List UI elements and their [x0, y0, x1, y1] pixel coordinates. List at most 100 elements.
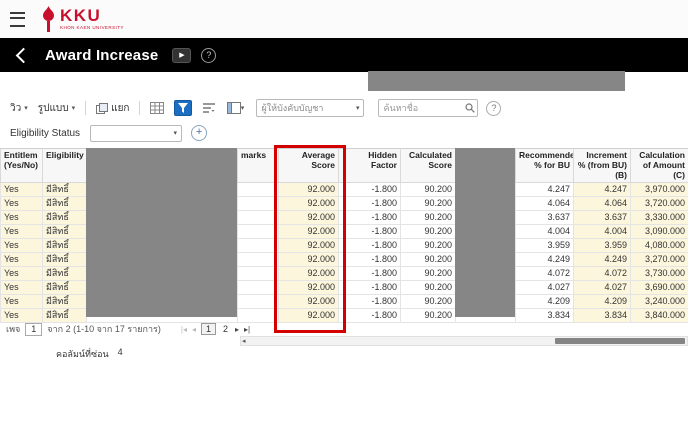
cell-entitlement[interactable]: Yes [1, 211, 43, 225]
cell-eligibility[interactable]: มีสิทธิ์ [43, 211, 87, 225]
column-header-avg[interactable]: Average Score [279, 149, 339, 183]
cell-remarks [238, 309, 279, 323]
scrollbar-thumb[interactable] [555, 338, 685, 344]
cell-entitlement[interactable]: Yes [1, 267, 43, 281]
cell-eligibility[interactable]: มีสิทธิ์ [43, 267, 87, 281]
cell-eligibility[interactable]: มีสิทธิ์ [43, 295, 87, 309]
help-icon[interactable]: ? [201, 48, 216, 63]
search-icon[interactable] [465, 103, 475, 113]
column-header-increment[interactable]: Increment % (from BU) (B) [574, 149, 631, 183]
cell-amount[interactable]: 3,240.000 [631, 295, 688, 309]
column-header-recommended[interactable]: Recommended % for BU [516, 149, 574, 183]
scroll-left-icon[interactable]: ◂ [242, 337, 246, 346]
cell-entitlement[interactable]: Yes [1, 295, 43, 309]
cell-recommended: 3.637 [516, 211, 574, 225]
cell-entitlement[interactable]: Yes [1, 239, 43, 253]
toolbar-help-icon[interactable]: ? [486, 101, 501, 116]
cell-increment[interactable]: 4.072 [574, 267, 631, 281]
freeze-icon[interactable]: ▾ [226, 100, 244, 116]
wrap-icon[interactable] [200, 100, 218, 116]
cell-avg[interactable]: 92.000 [279, 295, 339, 309]
cell-avg[interactable]: 92.000 [279, 183, 339, 197]
cell-remarks [238, 295, 279, 309]
page-2-button[interactable]: 2 [221, 324, 230, 334]
table-icon[interactable] [148, 100, 166, 116]
column-header-amount[interactable]: Calculation of Amount (C) [631, 149, 688, 183]
cell-amount[interactable]: 4,080.000 [631, 239, 688, 253]
eligibility-status-select[interactable]: ▾ [90, 125, 182, 142]
cell-entitlement[interactable]: Yes [1, 253, 43, 267]
cell-entitlement[interactable]: Yes [1, 183, 43, 197]
horizontal-scrollbar[interactable]: ◂ [240, 336, 688, 346]
cell-avg[interactable]: 92.000 [279, 309, 339, 323]
cell-avg[interactable]: 92.000 [279, 211, 339, 225]
kku-logo[interactable]: KKU KHON KAEN UNIVERSITY [41, 6, 124, 33]
column-header-eligibility[interactable]: Eligibility [43, 149, 87, 183]
cell-avg[interactable]: 92.000 [279, 267, 339, 281]
column-header-hidden[interactable]: Hidden Factor [339, 149, 401, 183]
cell-avg[interactable]: 92.000 [279, 253, 339, 267]
cell-hidden: -1.800 [339, 239, 401, 253]
cell-increment[interactable]: 4.004 [574, 225, 631, 239]
cell-calc: 90.200 [401, 253, 456, 267]
cell-avg[interactable]: 92.000 [279, 225, 339, 239]
format-menu[interactable]: รูปแบบ ▾ [38, 101, 75, 116]
cell-entitlement[interactable]: Yes [1, 197, 43, 211]
cell-recommended: 4.064 [516, 197, 574, 211]
cell-recommended: 4.072 [516, 267, 574, 281]
cell-increment[interactable]: 4.247 [574, 183, 631, 197]
cell-eligibility[interactable]: มีสิทธิ์ [43, 309, 87, 323]
cell-amount[interactable]: 3,270.000 [631, 253, 688, 267]
column-header-entitlement[interactable]: Entitlem (Yes/No) [1, 149, 43, 183]
cell-increment[interactable]: 4.027 [574, 281, 631, 295]
cell-eligibility[interactable]: มีสิทธิ์ [43, 253, 87, 267]
cell-amount[interactable]: 3,090.000 [631, 225, 688, 239]
cell-increment[interactable]: 3.637 [574, 211, 631, 225]
filter-icon[interactable] [174, 100, 192, 116]
column-header-calc[interactable]: Calculated Score [401, 149, 456, 183]
cell-entitlement[interactable]: Yes [1, 225, 43, 239]
menu-icon[interactable] [10, 12, 25, 27]
cell-amount[interactable]: 3,970.000 [631, 183, 688, 197]
cell-eligibility[interactable]: มีสิทธิ์ [43, 197, 87, 211]
last-page-button[interactable]: ▸| [244, 325, 250, 334]
cell-avg[interactable]: 92.000 [279, 239, 339, 253]
page-input[interactable]: 1 [25, 323, 42, 336]
cell-remarks [238, 197, 279, 211]
cell-avg[interactable]: 92.000 [279, 281, 339, 295]
view-menu[interactable]: วิว ▾ [10, 101, 28, 116]
cell-hidden: -1.800 [339, 253, 401, 267]
cell-eligibility[interactable]: มีสิทธิ์ [43, 183, 87, 197]
detach-button[interactable]: แยก [96, 101, 129, 116]
first-page-button[interactable]: |◂ [181, 325, 187, 334]
cell-eligibility[interactable]: มีสิทธิ์ [43, 225, 87, 239]
cell-recommended: 4.209 [516, 295, 574, 309]
cell-entitlement[interactable]: Yes [1, 281, 43, 295]
cell-remarks [238, 211, 279, 225]
cell-amount[interactable]: 3,730.000 [631, 267, 688, 281]
cell-increment[interactable]: 4.064 [574, 197, 631, 211]
supervisor-select[interactable]: ผู้ให้บังคับบัญชา ▾ [256, 99, 364, 117]
cell-increment[interactable]: 4.209 [574, 295, 631, 309]
page-1-button[interactable]: 1 [201, 323, 216, 335]
cell-increment[interactable]: 3.959 [574, 239, 631, 253]
cell-eligibility[interactable]: มีสิทธิ์ [43, 239, 87, 253]
back-icon[interactable] [16, 47, 32, 63]
logo-subtitle: KHON KAEN UNIVERSITY [60, 26, 124, 31]
cell-amount[interactable]: 3,720.000 [631, 197, 688, 211]
cell-amount[interactable]: 3,840.000 [631, 309, 688, 323]
cell-avg[interactable]: 92.000 [279, 197, 339, 211]
cell-amount[interactable]: 3,330.000 [631, 211, 688, 225]
video-icon[interactable]: ▶ [172, 48, 191, 63]
add-filter-icon[interactable]: + [191, 125, 207, 141]
cell-eligibility[interactable]: มีสิทธิ์ [43, 281, 87, 295]
next-page-button[interactable]: ▸ [235, 325, 239, 334]
cell-increment[interactable]: 3.834 [574, 309, 631, 323]
cell-increment[interactable]: 4.249 [574, 253, 631, 267]
column-header-remarks[interactable]: marks [238, 149, 279, 183]
cell-amount[interactable]: 3,690.000 [631, 281, 688, 295]
torch-icon [41, 6, 56, 33]
cell-entitlement[interactable]: Yes [1, 309, 43, 323]
search-input[interactable] [378, 99, 478, 117]
prev-page-button[interactable]: ◂ [192, 325, 196, 334]
